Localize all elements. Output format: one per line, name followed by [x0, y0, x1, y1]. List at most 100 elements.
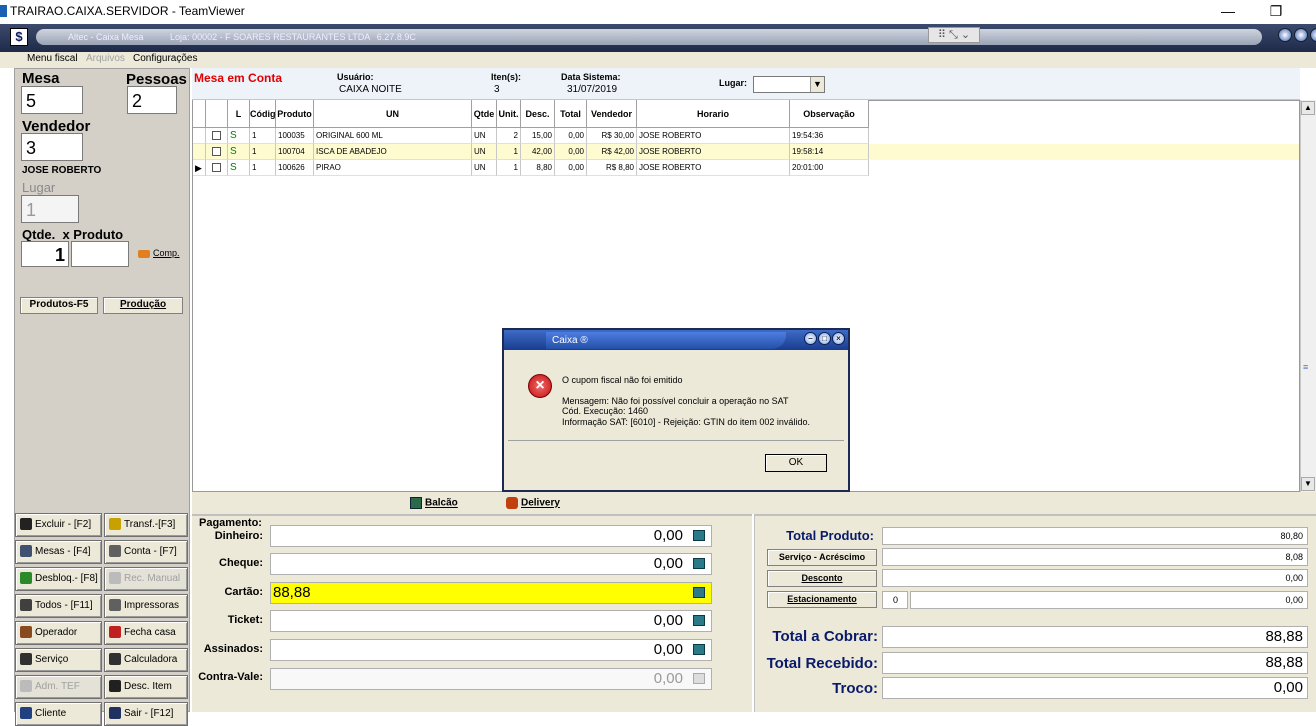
mode-strip — [192, 492, 1316, 514]
vendedor-input[interactable]: 3 — [21, 133, 83, 161]
estacionamento-value: 0,00 — [910, 591, 1308, 609]
scroll-grip-icon[interactable]: ≡ — [1303, 362, 1308, 372]
dialog-close-icon[interactable]: × — [832, 332, 845, 345]
mesa-input[interactable]: 5 — [21, 86, 83, 114]
app-minimize-icon[interactable] — [1278, 28, 1292, 42]
comp-button[interactable]: Comp. — [138, 248, 180, 258]
minimize-button[interactable]: — — [1208, 2, 1248, 22]
pessoas-input[interactable]: 2 — [127, 86, 177, 114]
desconto-button[interactable]: Desconto — [767, 570, 877, 587]
cell-l: 1 — [250, 128, 276, 144]
fn-button-8[interactable]: Operador — [15, 621, 102, 645]
lugar-header-label: Lugar: — [719, 78, 747, 88]
grid-col-header[interactable] — [206, 100, 228, 128]
delivery-label: Delivery — [521, 497, 560, 509]
fn-button-0[interactable]: Excluir - [F2] — [15, 513, 102, 537]
produto-code-input[interactable] — [71, 241, 129, 267]
payment-input[interactable]: 88,88 — [270, 582, 712, 604]
fn-button-13[interactable]: Desc. Item — [104, 675, 188, 699]
qtde-input[interactable]: 1 — [21, 241, 69, 267]
cell-codigo: 100035 — [276, 128, 314, 144]
fn-button-7[interactable]: Impressoras — [104, 594, 188, 618]
grid-col-header[interactable]: UN — [314, 100, 472, 128]
fn-button-15[interactable]: Sair - [F12] — [104, 702, 188, 726]
cell-flag: S — [228, 128, 250, 144]
remote-toolbar-toggle[interactable]: ⠿ ⤡ ⌄ — [928, 27, 980, 43]
grid-col-header[interactable] — [193, 100, 206, 128]
fn-button-14[interactable]: Cliente — [15, 702, 102, 726]
status-text: Mesa em Conta — [194, 71, 283, 85]
fn-button-label: Rec. Manual — [124, 573, 181, 584]
cell-flag: S — [228, 144, 250, 160]
restore-button[interactable]: ❐ — [1256, 2, 1296, 22]
delivery-button[interactable]: Delivery — [506, 497, 560, 509]
estacionamento-button[interactable]: Estacionamento — [767, 591, 877, 608]
row-checkbox[interactable] — [206, 128, 228, 144]
fn-button-1[interactable]: Transf.-[F3] — [104, 513, 188, 537]
data-label: Data Sistema: — [561, 72, 621, 82]
checkbox-icon[interactable] — [212, 163, 221, 173]
lugar-input: 1 — [21, 195, 79, 223]
x-icon — [20, 518, 32, 531]
fn-button-11[interactable]: Calculadora — [104, 648, 188, 672]
grid-col-header[interactable]: Código — [250, 100, 281, 128]
menu-configuracoes[interactable]: Configurações — [133, 53, 197, 64]
calculator-icon[interactable] — [693, 558, 705, 569]
row-checkbox[interactable] — [206, 160, 228, 176]
fn-button-2[interactable]: Mesas - [F4] — [15, 540, 102, 564]
chevron-down-icon[interactable]: ▼ — [810, 77, 824, 92]
dialog-minimize-icon[interactable]: – — [804, 332, 817, 345]
row-checkbox[interactable] — [206, 144, 228, 160]
grid-col-header[interactable]: Qtde — [472, 100, 497, 128]
cell-desc: 0,00 — [555, 128, 587, 144]
servico-acrescimo-button[interactable]: Serviço - Acréscimo — [767, 549, 877, 566]
cell-codigo: 100626 — [276, 160, 314, 176]
calculator-icon[interactable] — [693, 615, 705, 626]
cell-produto: ORIGINAL 600 ML — [314, 128, 472, 144]
estacionamento-qty-input[interactable]: 0 — [882, 591, 908, 609]
calculator-icon[interactable] — [693, 644, 705, 655]
dialog-message-line1: Mensagem: Não foi possível concluir a op… — [562, 396, 789, 406]
grid-col-header[interactable]: Total — [555, 100, 587, 128]
grid-col-header[interactable]: Horario — [637, 100, 790, 128]
fn-button-10[interactable]: Serviço — [15, 648, 102, 672]
fn-button-9[interactable]: Fecha casa — [104, 621, 188, 645]
app-maximize-icon[interactable] — [1294, 28, 1308, 42]
scroll-down-icon[interactable]: ▼ — [1301, 477, 1315, 491]
hand-icon — [109, 518, 121, 531]
fn-button-3[interactable]: Conta - [F7] — [104, 540, 188, 564]
payment-input[interactable]: 0,00 — [270, 610, 712, 632]
menu-fiscal[interactable]: Menu fiscal — [27, 53, 78, 64]
ok-button[interactable]: OK — [765, 454, 827, 472]
grid-col-header[interactable]: Desc. — [521, 100, 555, 128]
dialog-maximize-icon[interactable]: □ — [818, 332, 831, 345]
checkbox-icon[interactable] — [212, 131, 221, 141]
clock-icon — [109, 626, 121, 639]
lugar-label: Lugar — [22, 180, 56, 195]
grid-scrollbar[interactable] — [1300, 100, 1316, 492]
producao-button[interactable]: Produção — [103, 297, 183, 314]
checkbox-icon[interactable] — [212, 147, 221, 157]
usuario-label: Usuário: — [337, 72, 374, 82]
calculator-icon[interactable] — [693, 530, 705, 541]
payment-input[interactable]: 0,00 — [270, 525, 712, 547]
total-recebido-label: Total Recebido: — [766, 655, 878, 672]
comp-label: Comp. — [153, 248, 180, 258]
payment-input[interactable]: 0,00 — [270, 553, 712, 575]
fn-button-label: Adm. TEF — [35, 681, 80, 692]
grid-col-header[interactable]: Vendedor — [587, 100, 637, 128]
app-version: 6.27.8.9C — [376, 32, 416, 42]
fn-button-6[interactable]: Todos - [F11] — [15, 594, 102, 618]
produtos-button[interactable]: Produtos-F5 — [20, 297, 98, 314]
scroll-up-icon[interactable]: ▲ — [1301, 101, 1315, 115]
fn-button-4[interactable]: Desbloq.- [F8] — [15, 567, 102, 591]
payment-input[interactable]: 0,00 — [270, 639, 712, 661]
cell-qtde: 2 — [497, 128, 521, 144]
balcao-button[interactable]: Balcão — [410, 497, 458, 509]
grid-col-header[interactable]: Unit. — [497, 100, 521, 128]
calculator-icon[interactable] — [693, 587, 705, 598]
grid-col-header[interactable]: Observação — [790, 100, 869, 128]
grid-col-header[interactable]: L — [228, 100, 250, 128]
cell-codigo: 100704 — [276, 144, 314, 160]
grid-col-header[interactable]: Produto — [276, 100, 314, 128]
